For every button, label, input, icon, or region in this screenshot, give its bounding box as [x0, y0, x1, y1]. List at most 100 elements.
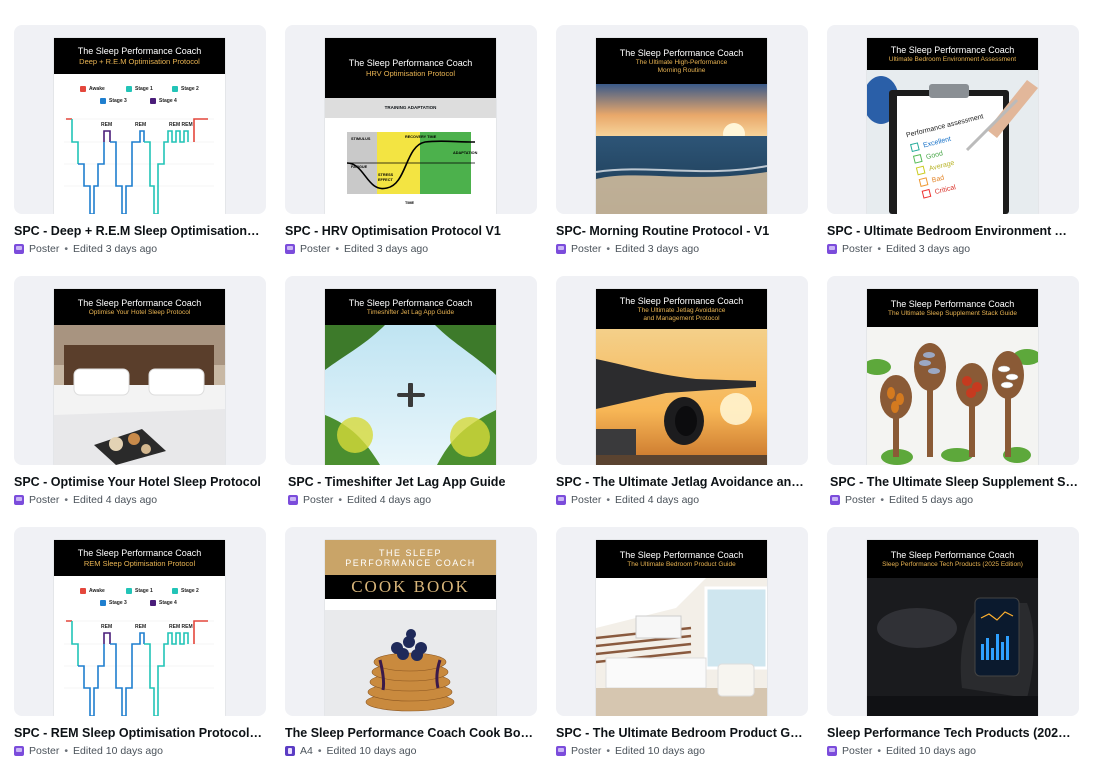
design-meta: Poster • Edited 5 days ago: [830, 493, 1079, 507]
design-meta: Poster • Edited 3 days ago: [14, 242, 266, 256]
sleep-hypnogram: REM REM REM REM: [64, 118, 214, 214]
design-meta: Poster • Edited 3 days ago: [285, 242, 537, 256]
poster-preview: The Sleep Performance Coach Deep + R.E.M …: [54, 38, 225, 214]
design-meta: Poster • Edited 4 days ago: [14, 493, 266, 507]
poster-preview: The Sleep Performance Coach Sleep Perform…: [867, 540, 1038, 716]
poster-preview: The Sleep Performance Coach The Ultimate …: [867, 289, 1038, 465]
design-card[interactable]: THE SLEEP PERFORMANCE COACH COOK BOOK Th…: [285, 527, 537, 758]
poster-preview: The Sleep Performance Coach The Ultimate …: [596, 289, 767, 465]
poster-type-icon: [285, 244, 295, 254]
palm-trees-plane-image: [325, 325, 496, 465]
poster-preview: The Sleep Performance Coach Optimise Your…: [54, 289, 225, 465]
design-thumbnail[interactable]: The Sleep Performance Coach The Ultimate …: [556, 25, 808, 214]
design-meta: Poster • Edited 4 days ago: [288, 493, 537, 507]
svg-text:TIME: TIME: [405, 201, 415, 205]
svg-text:ADAPTATION: ADAPTATION: [453, 151, 478, 155]
poster-type-icon: [288, 495, 298, 505]
design-card[interactable]: The Sleep Performance Coach Sleep Perform…: [827, 527, 1079, 758]
design-title[interactable]: SPC - Timeshifter Jet Lag App Guide: [288, 475, 536, 490]
poster-type-icon: [827, 244, 837, 254]
svg-text:STRESS: STRESS: [378, 173, 394, 177]
poster-preview: The Sleep Performance Coach Ultimate Bedr…: [867, 38, 1038, 214]
hrv-adaptation-chart: STIMULUS FATIGUE RECOVERY TIME ADAPTATIO…: [346, 132, 478, 205]
svg-text:REM: REM: [135, 624, 146, 630]
poster-type-icon: [827, 746, 837, 756]
design-thumbnail[interactable]: The Sleep Performance Coach The Ultimate …: [556, 527, 808, 716]
poster-preview: The Sleep Performance Coach The Ultimate …: [596, 540, 767, 716]
bedroom-interior-image: [596, 578, 767, 716]
svg-text:EFFECT: EFFECT: [378, 178, 393, 182]
design-card[interactable]: The Sleep Performance Coach Ultimate Bedr…: [827, 25, 1079, 256]
sunrise-sea-image: [596, 84, 767, 214]
design-card[interactable]: The Sleep Performance Coach The Ultimate …: [556, 25, 808, 256]
design-title[interactable]: Sleep Performance Tech Products (2025 Ed…: [827, 726, 1075, 741]
design-thumbnail[interactable]: The Sleep Performance Coach Sleep Perform…: [827, 527, 1079, 716]
design-thumbnail[interactable]: THE SLEEP PERFORMANCE COACH COOK BOOK: [285, 527, 537, 716]
svg-text:RECOVERY TIME: RECOVERY TIME: [405, 135, 437, 139]
designs-grid: The Sleep Performance Coach Deep + R.E.M …: [0, 0, 1095, 770]
design-title[interactable]: SPC - Ultimate Bedroom Environment Asses…: [827, 224, 1075, 239]
design-thumbnail[interactable]: The Sleep Performance Coach HRV Optimisat…: [285, 25, 537, 214]
design-title[interactable]: SPC - Deep + R.E.M Sleep Optimisation Pr…: [14, 224, 262, 239]
svg-text:REM: REM: [101, 122, 112, 128]
svg-text:REM: REM: [101, 624, 112, 630]
design-card[interactable]: The Sleep Performance Coach Optimise Your…: [14, 276, 266, 507]
design-title[interactable]: SPC - The Ultimate Sleep Supplement Stac…: [830, 475, 1078, 490]
supplement-spoons-image: [867, 327, 1038, 465]
cookbook-title: COOK BOOK: [325, 575, 496, 599]
svg-text:REM REM: REM REM: [169, 624, 193, 630]
design-card[interactable]: The Sleep Performance Coach The Ultimate …: [827, 276, 1079, 507]
design-card[interactable]: The Sleep Performance Coach REM Sleep Opt…: [14, 527, 266, 758]
design-title[interactable]: SPC - Optimise Your Hotel Sleep Protocol: [14, 475, 262, 490]
poster-preview: THE SLEEP PERFORMANCE COACH COOK BOOK: [325, 540, 496, 716]
poster-type-icon: [14, 495, 24, 505]
design-thumbnail[interactable]: The Sleep Performance Coach Deep + R.E.M …: [14, 25, 266, 214]
design-title[interactable]: SPC- Morning Routine Protocol - V1: [556, 224, 804, 239]
assessment-clipboard-image: Performance assessment Excellent Good Av…: [867, 70, 1038, 214]
hrv-header: TRAINING ADAPTATION: [325, 98, 496, 118]
sleep-tracker-device-image: [867, 578, 1038, 716]
design-card[interactable]: The Sleep Performance Coach Timeshifter J…: [285, 276, 537, 507]
svg-text:STIMULUS: STIMULUS: [351, 137, 371, 141]
design-meta: Poster • Edited 10 days ago: [827, 744, 1079, 758]
design-thumbnail[interactable]: The Sleep Performance Coach The Ultimate …: [827, 276, 1079, 465]
design-thumbnail[interactable]: The Sleep Performance Coach Optimise Your…: [14, 276, 266, 465]
design-meta: Poster • Edited 10 days ago: [14, 744, 266, 758]
poster-preview: The Sleep Performance Coach The Ultimate …: [596, 38, 767, 214]
design-thumbnail[interactable]: The Sleep Performance Coach Timeshifter J…: [285, 276, 537, 465]
a4-document-type-icon: [285, 746, 295, 756]
poster-type-icon: [556, 746, 566, 756]
poster-type-icon: [14, 244, 24, 254]
cookbook-header: THE SLEEP PERFORMANCE COACH: [325, 540, 496, 575]
poster-preview: The Sleep Performance Coach Timeshifter J…: [325, 289, 496, 465]
poster-type-icon: [556, 495, 566, 505]
poster-preview: The Sleep Performance Coach REM Sleep Opt…: [54, 540, 225, 716]
svg-text:REM REM: REM REM: [169, 122, 193, 128]
poster-type-icon: [830, 495, 840, 505]
design-card[interactable]: The Sleep Performance Coach Deep + R.E.M …: [14, 25, 266, 256]
design-title[interactable]: SPC - HRV Optimisation Protocol V1: [285, 224, 533, 239]
design-title[interactable]: SPC - REM Sleep Optimisation Protocol v1: [14, 726, 262, 741]
design-meta: Poster • Edited 4 days ago: [556, 493, 808, 507]
design-thumbnail[interactable]: The Sleep Performance Coach Ultimate Bedr…: [827, 25, 1079, 214]
design-card[interactable]: The Sleep Performance Coach The Ultimate …: [556, 276, 808, 507]
design-thumbnail[interactable]: The Sleep Performance Coach REM Sleep Opt…: [14, 527, 266, 716]
design-title[interactable]: SPC - The Ultimate Jetlag Avoidance and …: [556, 475, 804, 490]
poster-type-icon: [556, 244, 566, 254]
svg-text:FATIGUE: FATIGUE: [351, 165, 368, 169]
svg-text:REM: REM: [135, 122, 146, 128]
sleep-hypnogram: REM REM REM REM: [64, 620, 214, 716]
pancake-stack-image: [325, 610, 496, 716]
private-jet-sunset-image: [596, 329, 767, 465]
hotel-bed-image: [54, 325, 225, 465]
design-title[interactable]: The Sleep Performance Coach Cook Book V3: [285, 726, 533, 741]
design-thumbnail[interactable]: The Sleep Performance Coach The Ultimate …: [556, 276, 808, 465]
poster-type-icon: [14, 746, 24, 756]
design-card[interactable]: The Sleep Performance Coach HRV Optimisat…: [285, 25, 537, 256]
design-meta: A4 • Edited 10 days ago: [285, 744, 537, 758]
design-meta: Poster • Edited 10 days ago: [556, 744, 808, 758]
poster-preview: The Sleep Performance Coach HRV Optimisat…: [325, 38, 496, 214]
design-meta: Poster • Edited 3 days ago: [827, 242, 1079, 256]
design-card[interactable]: The Sleep Performance Coach The Ultimate …: [556, 527, 808, 758]
design-title[interactable]: SPC - The Ultimate Bedroom Product Guide: [556, 726, 804, 741]
